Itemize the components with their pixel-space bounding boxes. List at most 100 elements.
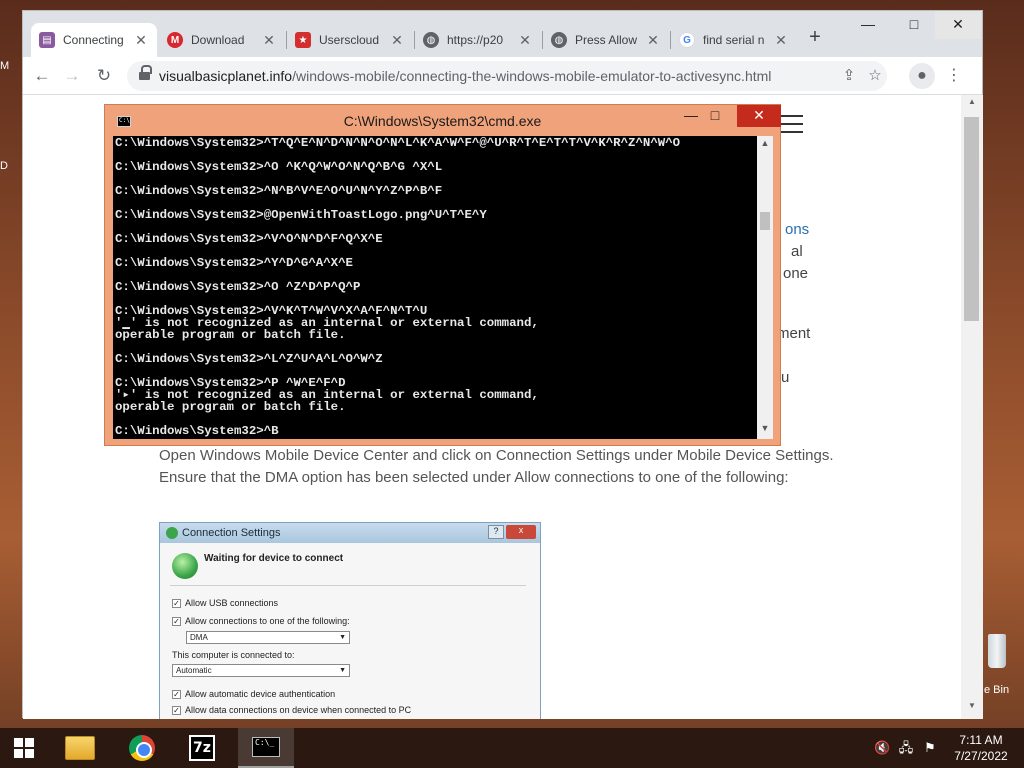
start-button[interactable] xyxy=(0,728,48,768)
cmd-maximize-button[interactable]: □ xyxy=(693,105,737,127)
tab-title: Userscloud xyxy=(319,33,380,47)
network-icon[interactable]: 🖧 xyxy=(898,740,914,756)
text-fragment: u xyxy=(781,369,790,386)
desktop-glyph: M xyxy=(0,60,10,72)
taskbar-chrome[interactable] xyxy=(118,728,166,768)
tab-title: Download xyxy=(191,33,245,47)
figure-label: This computer is connected to: xyxy=(172,650,295,660)
browser-toolbar: ← → ↻ visualbasicplanet.info/windows-mob… xyxy=(23,57,982,95)
checkbox-label: Allow data connections on device when co… xyxy=(185,705,412,715)
google-icon: G xyxy=(679,32,695,48)
forward-button[interactable]: → xyxy=(59,63,85,89)
tab-p20[interactable]: ◍ https://p20 ✕ xyxy=(415,23,541,57)
console-line: C:\Windows\System32>^N^B^V^E^O^U^N^Y^Z^P… xyxy=(115,184,443,198)
desktop-left-edge: M D xyxy=(0,60,12,260)
close-icon[interactable]: ✕ xyxy=(773,32,789,49)
figure-select: Automatic xyxy=(172,664,350,677)
taskbar-7zip[interactable]: 7z xyxy=(178,728,226,768)
close-icon[interactable]: ✕ xyxy=(517,32,533,49)
taskbar-cmd[interactable]: C:\_ xyxy=(238,728,294,768)
desktop-glyph: D xyxy=(0,160,8,172)
text-fragment: al xyxy=(791,243,803,260)
connection-settings-screenshot: Connection Settings ? x Waiting for devi… xyxy=(159,522,541,719)
close-icon[interactable]: ✕ xyxy=(261,32,277,49)
text-fragment[interactable]: ons xyxy=(785,221,809,238)
tab-connecting[interactable]: ▤ Connecting ✕ xyxy=(31,23,157,57)
reload-button[interactable]: ↻ xyxy=(91,63,117,89)
figure-waiting-text: Waiting for device to connect xyxy=(204,553,344,564)
share-icon[interactable]: ⇪ xyxy=(839,66,859,86)
tab-find-serial[interactable]: G find serial n ✕ xyxy=(671,23,797,57)
figure-body: Waiting for device to connect ✓ Allow USB… xyxy=(160,543,540,719)
figure-select: DMA xyxy=(186,631,350,644)
status-orb-icon xyxy=(172,553,198,579)
tab-strip: ▤ Connecting ✕ M Download ✕ ★ Userscloud… xyxy=(23,11,982,57)
cmd-close-button[interactable]: ✕ xyxy=(737,105,781,127)
clock-time: 7:11 AM xyxy=(959,733,1003,747)
windows-logo-icon xyxy=(14,738,34,758)
scroll-up-icon[interactable]: ▲ xyxy=(757,138,773,152)
scroll-thumb[interactable] xyxy=(760,212,770,230)
notification-flag-icon[interactable]: ⚑ xyxy=(922,740,938,756)
console-output: C:\Windows\System32>^T^Q^E^N^D^N^N^O^N^L… xyxy=(115,137,755,437)
cmd-window: C:\ C:\Windows\System32\cmd.exe — □ ✕ C:… xyxy=(104,104,781,446)
profile-avatar[interactable]: ● xyxy=(909,63,935,89)
menu-kebab-icon[interactable]: ⋮ xyxy=(941,63,967,89)
tab-download[interactable]: M Download ✕ xyxy=(159,23,285,57)
figure-checkbox: ✓ Allow connections to one of the followi… xyxy=(172,616,350,626)
close-icon[interactable]: ✕ xyxy=(133,32,149,49)
taskbar: 7z C:\_ 🔇 🖧 ⚑ 7:11 AM 7/27/2022 xyxy=(0,728,1024,768)
bookmark-star-icon[interactable]: ☆ xyxy=(865,66,885,86)
cmd-titlebar[interactable]: C:\ C:\Windows\System32\cmd.exe — □ ✕ xyxy=(105,105,781,136)
clock-date: 7/27/2022 xyxy=(954,749,1008,763)
cmd-console[interactable]: C:\Windows\System32>^T^Q^E^N^D^N^N^O^N^L… xyxy=(113,136,773,439)
folder-icon xyxy=(65,736,95,760)
console-line: C:\Windows\System32>^Y^D^G^A^X^E xyxy=(115,256,353,270)
cmd-scrollbar[interactable]: ▲ ▼ xyxy=(757,136,773,439)
checkbox-label: Allow connections to one of the followin… xyxy=(185,616,350,626)
figure-checkbox: ✓ Allow automatic device authentication xyxy=(172,689,336,699)
console-line: C:\Windows\System32>^O ^Z^D^P^Q^P xyxy=(115,280,361,294)
maximize-button[interactable]: □ xyxy=(891,11,937,39)
hamburger-menu-icon[interactable] xyxy=(779,115,803,133)
console-line: C:\Windows\System32>^O ^K^Q^W^O^N^Q^B^G … xyxy=(115,160,443,174)
recycle-bin[interactable]: e Bin xyxy=(984,630,1024,710)
chrome-icon xyxy=(129,735,155,761)
page-scrollbar[interactable]: ▲ ▼ xyxy=(961,95,983,719)
globe-icon: ◍ xyxy=(551,32,567,48)
cmd-taskbar-icon: C:\_ xyxy=(252,737,280,757)
close-icon[interactable]: ✕ xyxy=(389,32,405,49)
text-fragment: one xyxy=(783,265,809,282)
console-line: C:\Windows\System32>^T^Q^E^N^D^N^N^O^N^L… xyxy=(115,136,681,150)
back-button[interactable]: ← xyxy=(29,63,55,89)
url-host: visualbasicplanet.info xyxy=(159,68,293,84)
scroll-down-icon[interactable]: ▼ xyxy=(961,701,983,717)
tab-title: find serial n xyxy=(703,33,765,47)
console-line: C:\Windows\System32>@OpenWithToastLogo.p… xyxy=(115,208,487,222)
minimize-button[interactable]: — xyxy=(845,11,891,39)
close-window-button[interactable]: ✕ xyxy=(935,11,981,39)
scroll-up-icon[interactable]: ▲ xyxy=(961,97,983,113)
taskbar-file-explorer[interactable] xyxy=(56,728,104,768)
console-line: C:\Windows\System32>^V^O^N^D^F^Q^X^E xyxy=(115,232,383,246)
star-icon: ★ xyxy=(295,32,311,48)
scroll-thumb[interactable] xyxy=(964,117,979,321)
checkbox-label: Allow USB connections xyxy=(185,598,279,608)
article-paragraph: Open Windows Mobile Device Center and cl… xyxy=(159,447,834,486)
new-tab-button[interactable]: + xyxy=(802,25,828,51)
url-text: visualbasicplanet.info/windows-mobile/co… xyxy=(159,68,771,84)
taskbar-clock[interactable]: 7:11 AM 7/27/2022 xyxy=(946,732,1016,764)
tab-userscloud[interactable]: ★ Userscloud ✕ xyxy=(287,23,413,57)
site-favicon-icon: ▤ xyxy=(39,32,55,48)
recycle-bin-icon xyxy=(988,634,1006,668)
divider xyxy=(170,585,526,586)
lock-icon xyxy=(139,65,152,81)
tab-press-allow[interactable]: ◍ Press Allow ✕ xyxy=(543,23,669,57)
volume-muted-icon[interactable]: 🔇 xyxy=(874,740,890,756)
url-path: /windows-mobile/connecting-the-windows-m… xyxy=(292,68,772,84)
help-icon: ? xyxy=(488,525,504,539)
close-icon[interactable]: ✕ xyxy=(645,32,661,49)
address-bar[interactable]: visualbasicplanet.info/windows-mobile/co… xyxy=(127,61,887,91)
scroll-down-icon[interactable]: ▼ xyxy=(757,423,773,437)
globe-icon: ◍ xyxy=(423,32,439,48)
